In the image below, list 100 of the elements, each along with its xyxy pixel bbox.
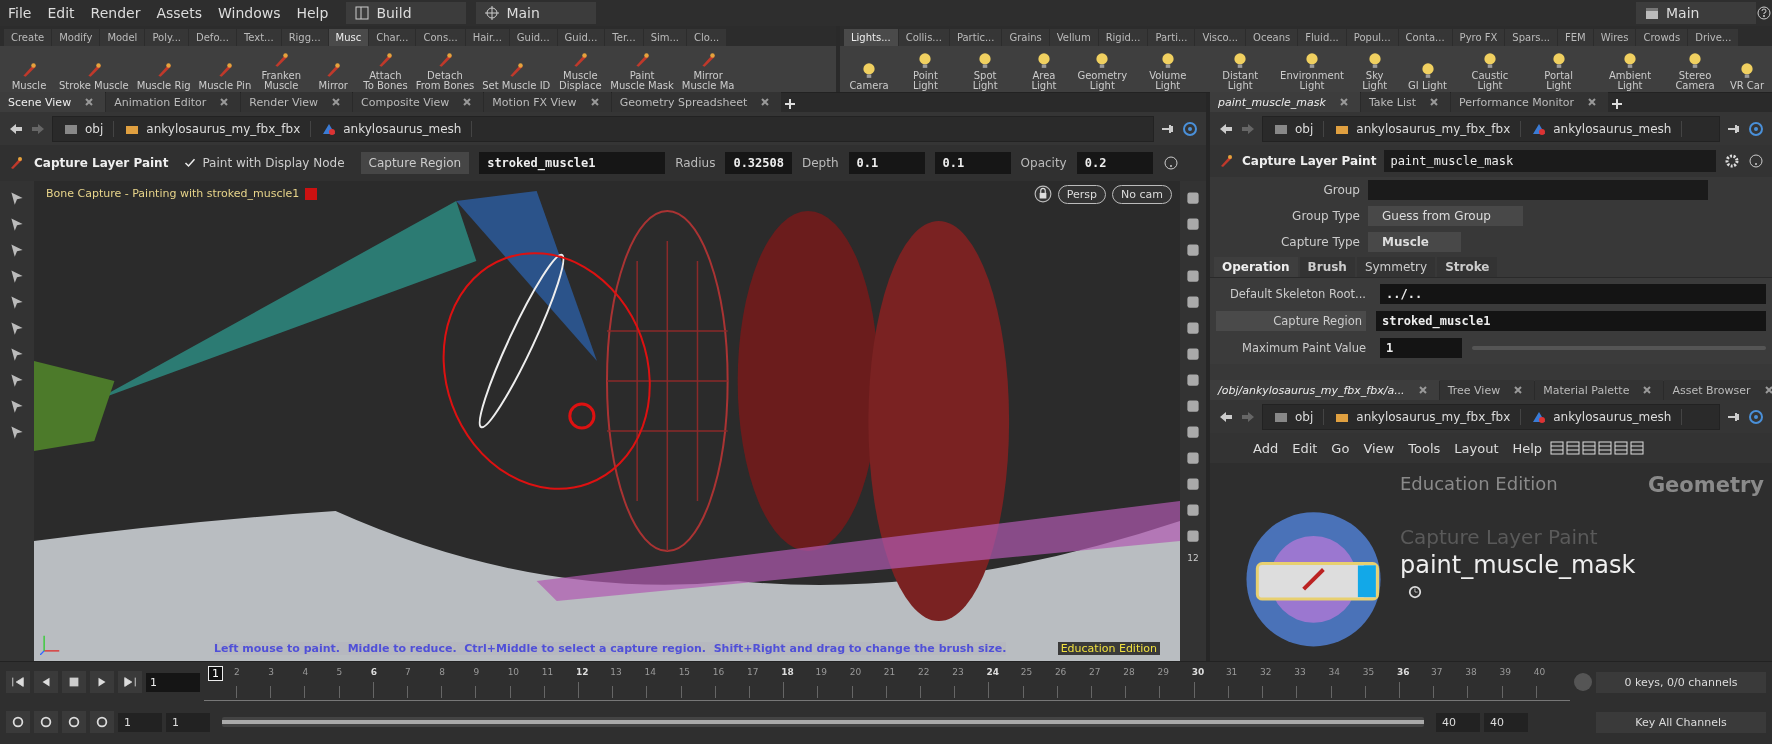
capture-region-field[interactable]: stroked_muscle1: [479, 152, 666, 174]
path-segment[interactable]: obj: [53, 120, 115, 137]
shelf-tool-button[interactable]: Detach From Bones: [412, 47, 478, 91]
display-option-icon[interactable]: [1184, 293, 1202, 311]
opacity-field[interactable]: 0.2: [1076, 152, 1153, 174]
display-option-icon[interactable]: [1184, 475, 1202, 493]
shelf-tab[interactable]: Text...: [236, 29, 281, 46]
shelf-tool-button[interactable]: VR Car: [1722, 47, 1772, 91]
shelf-tab[interactable]: Hair...: [465, 29, 509, 46]
shelf-tab[interactable]: Poly...: [145, 29, 188, 46]
shelf-tool-button[interactable]: Area Light: [1015, 47, 1073, 91]
value-field[interactable]: ../..: [1380, 284, 1766, 304]
shelf-tab[interactable]: Grains: [1002, 29, 1049, 46]
key-mode-menu[interactable]: Key All Channels: [1596, 711, 1766, 733]
pane-tab[interactable]: Render View: [241, 92, 353, 112]
pane-tab[interactable]: Performance Monitor: [1451, 92, 1609, 112]
display-option-icon[interactable]: [1184, 319, 1202, 337]
context-selector[interactable]: Main: [476, 2, 597, 24]
pane-tab[interactable]: paint_muscle_mask: [1210, 92, 1360, 112]
shelf-tab[interactable]: Musc: [328, 29, 369, 46]
help-icon[interactable]: [1748, 153, 1764, 169]
display-option-icon[interactable]: [1184, 241, 1202, 259]
shelf-tab[interactable]: Guid...: [509, 29, 557, 46]
pane-tab[interactable]: Material Palette: [1535, 380, 1664, 400]
shelf-tab[interactable]: Pyro FX: [1452, 29, 1505, 46]
shelf-tool-button[interactable]: Spot Light: [956, 47, 1014, 91]
target-icon[interactable]: [1748, 120, 1764, 137]
gear-icon[interactable]: [1724, 153, 1740, 169]
pane-tab[interactable]: Scene View: [0, 92, 106, 112]
current-frame-marker[interactable]: 1: [208, 665, 223, 681]
shelf-tool-button[interactable]: Set Muscle ID: [479, 47, 554, 91]
playback-option-button[interactable]: [6, 711, 30, 733]
shelf-tool-button[interactable]: Muscle Pin: [195, 47, 255, 91]
menu-item[interactable]: Help: [1505, 440, 1550, 456]
pane-tab[interactable]: Animation Editor: [106, 92, 241, 112]
shelf-tool-button[interactable]: Muscle: [4, 47, 54, 91]
shelf-tool-button[interactable]: Caustic Light: [1454, 47, 1526, 91]
target-icon[interactable]: [1182, 120, 1198, 137]
play-reverse-button[interactable]: [34, 671, 58, 693]
toolbar-icon[interactable]: [1613, 440, 1630, 456]
path-segment[interactable]: ankylosaurus_my_fbx_fbx: [1324, 408, 1522, 425]
shelf-tab[interactable]: Conta...: [1398, 29, 1452, 46]
target-icon[interactable]: [1748, 408, 1764, 425]
shelf-tool-button[interactable]: Sky Light: [1348, 47, 1401, 91]
shelf-tab[interactable]: Char...: [369, 29, 416, 46]
pane-tab[interactable]: Tree View: [1439, 380, 1535, 400]
shelf-tab[interactable]: Clo...: [687, 29, 727, 46]
path-segment[interactable]: ankylosaurus_my_fbx_fbx: [1324, 120, 1522, 137]
display-option-icon[interactable]: [1184, 397, 1202, 415]
pane-tab[interactable]: Geometry Spreadsheet: [611, 92, 782, 112]
shelf-tab[interactable]: Partic...: [949, 29, 1002, 46]
display-option-icon[interactable]: [1184, 501, 1202, 519]
range-field[interactable]: 40: [1484, 712, 1528, 732]
shelf-tool-button[interactable]: GI Light: [1402, 47, 1453, 91]
shelf-tab[interactable]: Rigg...: [281, 29, 328, 46]
toolbar-icon[interactable]: [1597, 440, 1614, 456]
shelf-tool-button[interactable]: Volume Light: [1132, 47, 1204, 91]
shelf-tab[interactable]: Model: [100, 29, 145, 46]
help-icon[interactable]: [1756, 5, 1772, 21]
menu-item[interactable]: Tools: [1401, 440, 1448, 456]
display-option-icon[interactable]: [1184, 527, 1202, 545]
display-option-icon[interactable]: [1184, 215, 1202, 233]
pane-tab[interactable]: Composite View: [353, 92, 484, 112]
shelf-tool-button[interactable]: Environment Light: [1277, 47, 1347, 91]
lock-icon[interactable]: [1033, 185, 1052, 203]
toolbar-icon[interactable]: [1581, 440, 1598, 456]
display-node-checkbox[interactable]: Paint with Display Node: [178, 155, 351, 171]
menu-item[interactable]: View: [1356, 440, 1402, 456]
shelf-tab[interactable]: Modify: [52, 29, 100, 46]
parameter-menu[interactable]: Muscle: [1368, 232, 1461, 252]
display-option-icon[interactable]: [1184, 189, 1202, 207]
node-name-field[interactable]: paint_muscle_mask: [1384, 150, 1716, 172]
capture-region-button[interactable]: Capture Region: [1216, 311, 1366, 331]
skip-end-button[interactable]: [118, 671, 142, 693]
shelf-tab[interactable]: Lights...: [844, 29, 898, 46]
shelf-tab[interactable]: Popul...: [1346, 29, 1398, 46]
timeline-ruler[interactable]: 1 2 3 4 5 6 7 8 9 10 11 12 13 14 15 16 17 18 19 20 21 22 23 24 25 26 27 28 29 30 31 32 33 34 35 36 37 38 39 40: [204, 663, 1570, 701]
folder-tab[interactable]: Symmetry: [1356, 257, 1436, 277]
shelf-tab[interactable]: Vellum: [1049, 29, 1098, 46]
shelf-tab[interactable]: Rigid...: [1098, 29, 1148, 46]
display-option-icon[interactable]: [1184, 423, 1202, 441]
shelf-tool-button[interactable]: Camera: [844, 47, 894, 91]
menu-item[interactable]: Render: [82, 5, 149, 21]
shelf-tab[interactable]: Parti...: [1148, 29, 1195, 46]
range-field[interactable]: 1: [118, 712, 162, 732]
depth-field[interactable]: 0.1: [848, 152, 925, 174]
playback-option-button[interactable]: [34, 711, 58, 733]
folder-tab[interactable]: Operation: [1214, 257, 1298, 277]
pane-tab[interactable]: Take List: [1360, 92, 1451, 112]
folder-tab[interactable]: Brush: [1299, 257, 1355, 277]
path-segment[interactable]: ankylosaurus_my_fbx_fbx: [114, 120, 312, 137]
shelf-tool-button[interactable]: Franken Muscle: [256, 47, 307, 91]
shelf-tab[interactable]: Sim...: [643, 29, 687, 46]
menu-item[interactable]: Layout: [1447, 440, 1506, 456]
toolbar-icon[interactable]: [1549, 440, 1566, 456]
shelf-tab[interactable]: Spars...: [1505, 29, 1558, 46]
shelf-tab[interactable]: Wires: [1593, 29, 1636, 46]
display-option-icon[interactable]: [1184, 371, 1202, 389]
shelf-tab[interactable]: Crowds: [1636, 29, 1688, 46]
menu-item[interactable]: File: [0, 5, 40, 21]
